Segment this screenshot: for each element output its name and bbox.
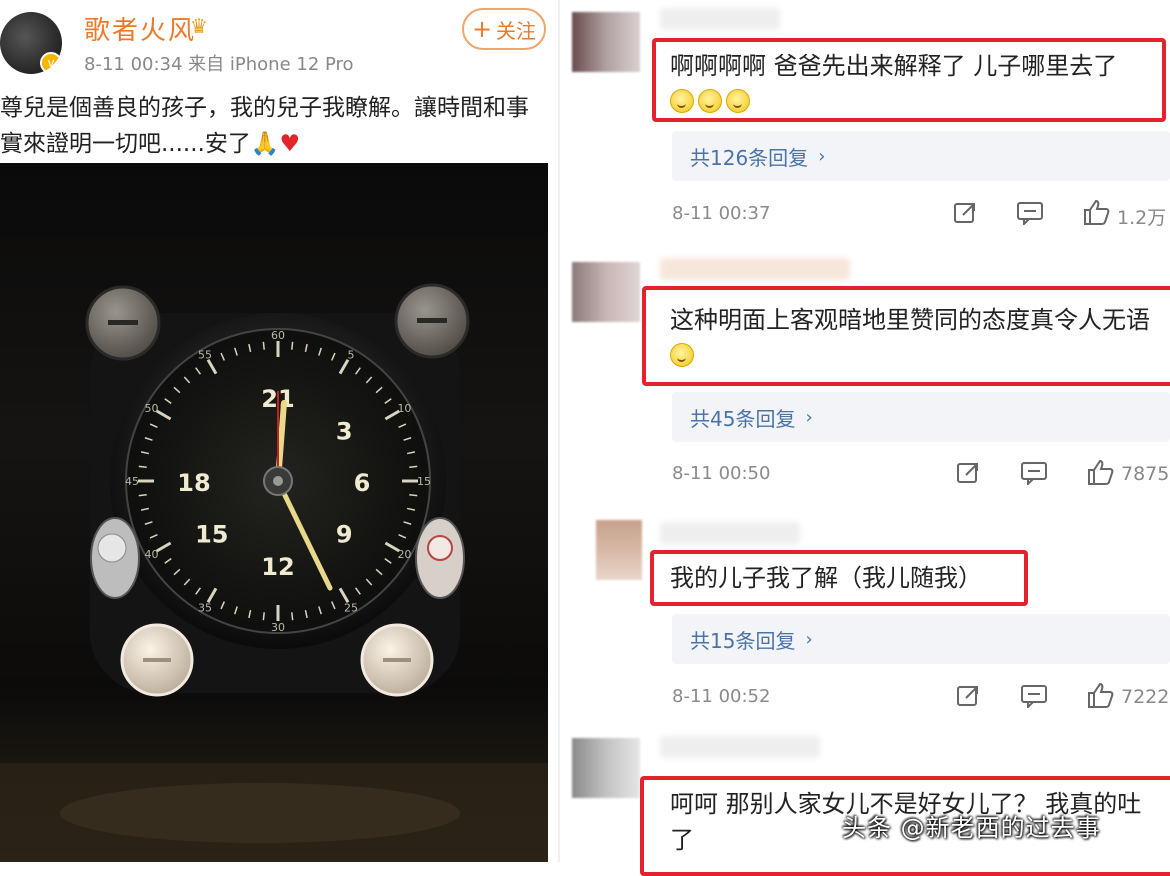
post-meta: 8-11 00:34 来自 iPhone 12 Pro [84,54,354,75]
clock-tick [291,341,294,350]
pray-icon: 🙏 [250,131,280,157]
commenter-avatar[interactable] [572,738,640,798]
author-name[interactable]: 歌者火风 [84,10,196,47]
comment-time: 8-11 00:37 [672,203,771,224]
author-avatar[interactable]: v [0,12,62,74]
minute-label: 30 [271,621,285,634]
comment-text: 啊啊啊啊 爸爸先出来解释了 儿子哪里去了 [670,48,1160,120]
minute-label: 5 [348,349,355,362]
chevron-right-icon: › [818,145,826,167]
plus-icon: + [471,15,493,43]
hour-label: 6 [354,469,371,497]
clock-tick [138,494,147,497]
bottom-left-knob-slot [143,658,171,662]
smile-emoji-icon [698,89,722,113]
minute-label: 10 [397,402,411,415]
hour-label: 3 [336,417,353,445]
minute-label: 45 [125,475,139,488]
top-right-knob-slot [417,318,447,323]
like-count: 1.2万 [1117,207,1167,229]
comment-text: 我的儿子我了解（我儿随我） [670,564,982,592]
minute-label: 40 [145,548,159,561]
clock-illustration: 60510152025303540455055 21369121518 [0,283,548,862]
hour-label: 9 [336,521,353,549]
shelf-highlight [60,783,460,843]
minute-label: 20 [397,548,411,561]
commenter-name[interactable] [660,258,850,280]
replies-count: 共126条回复 [690,145,809,170]
commenter-name[interactable] [660,8,780,30]
commenter-name[interactable] [660,522,800,544]
heart-icon: ♥ [279,131,301,157]
follow-label: 关注 [496,18,537,43]
comment-body: 这种明面上客观暗地里赞同的态度真令人无语 [670,306,1150,334]
hour-label: 15 [195,521,228,549]
commenter-avatar[interactable] [572,262,640,322]
like-count: 7875 [1121,463,1170,485]
minute-label: 50 [145,402,159,415]
comment-icon[interactable] [1020,461,1048,485]
replies-count: 共45条回复 [690,406,796,431]
thumbs-up-icon[interactable] [1082,198,1110,226]
share-icon[interactable] [955,460,981,486]
clock-tick [409,494,418,497]
view-replies-link[interactable]: 共126条回复 › [672,131,1170,181]
hour-label: 12 [261,553,294,581]
bottom-right-knob-slot [383,658,411,662]
clock-tick [409,465,418,468]
comment-body: 啊啊啊啊 爸爸先出来解释了 儿子哪里去了 [670,52,1118,80]
verified-badge-icon: v [40,52,62,74]
minute-label: 15 [417,475,431,488]
smile-emoji-icon [726,89,750,113]
clock-tick [291,612,294,621]
chevron-right-icon: › [805,628,813,650]
comment-icon[interactable] [1020,684,1048,708]
watermark: 头条 @新老西的过去事 [842,814,1101,842]
comments-panel: 啊啊啊啊 爸爸先出来解释了 儿子哪里去了 共126条回复 › 8-11 00:37… [560,0,1170,876]
hour-label: 18 [177,469,210,497]
view-replies-link[interactable]: 共45条回复 › [672,392,1170,442]
clock-tick [262,612,265,621]
smile-emoji-icon [670,343,694,367]
minute-label: 55 [198,349,212,362]
weibo-post: v 歌者火风 ♛ 8-11 00:34 来自 iPhone 12 Pro + 关… [0,0,560,862]
post-image-clock[interactable]: 60 5 10 15 20 25 30 35 40 45 50 55 21 3 6 9 12 15 18 [0,163,548,862]
commenter-name[interactable] [660,736,820,758]
clock-tick [262,341,265,350]
smile-emoji-icon [670,89,694,113]
follow-button[interactable]: + 关注 [462,8,546,50]
minute-label: 35 [198,601,212,614]
clock-center-pin [273,476,283,486]
share-icon[interactable] [955,683,981,709]
comment-time: 8-11 00:52 [672,686,771,707]
share-icon[interactable] [952,200,978,226]
comment-time: 8-11 00:50 [672,463,771,484]
chevron-right-icon: › [805,406,813,428]
minute-label: 60 [271,329,285,342]
top-left-knob-slot [108,320,138,325]
thumbs-up-icon[interactable] [1086,458,1114,486]
clock-tick [138,465,147,468]
crown-icon: ♛ [190,14,208,38]
view-replies-link[interactable]: 共15条回复 › [672,614,1170,664]
right-indicator-dial [427,535,453,561]
commenter-avatar[interactable] [596,520,642,580]
left-indicator-dial [97,533,127,563]
comment-text: 这种明面上客观暗地里赞同的态度真令人无语 [670,302,1168,374]
post-text: 尊兒是個善良的孩子，我的兒子我瞭解。讓時間和事實來證明一切吧......安了🙏♥ [0,90,550,162]
minute-label: 25 [344,601,358,614]
comment-icon[interactable] [1016,201,1044,225]
replies-count: 共15条回复 [690,628,796,653]
thumbs-up-icon[interactable] [1086,681,1114,709]
like-count: 7222 [1121,686,1170,708]
commenter-avatar[interactable] [572,12,640,72]
